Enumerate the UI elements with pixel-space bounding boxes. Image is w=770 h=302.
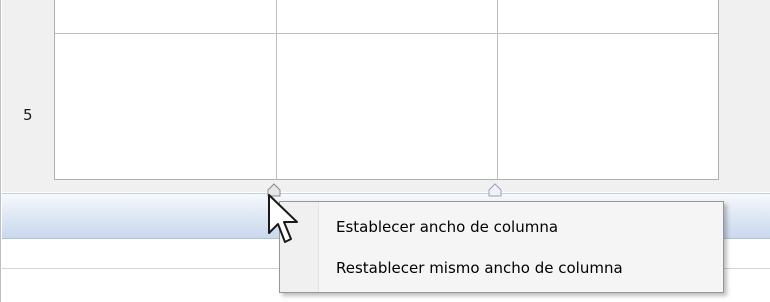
context-menu: Establecer ancho de columna Restablecer … [279, 201, 724, 293]
table-cell[interactable] [55, 34, 276, 179]
table-cell[interactable] [277, 34, 497, 179]
menu-item-label: Restablecer mismo ancho de columna [336, 259, 623, 277]
column-marker-icon[interactable] [488, 183, 502, 197]
mouse-pointer-icon [268, 194, 298, 243]
menu-item-set-column-width[interactable]: Establecer ancho de columna [282, 210, 721, 246]
table-grid [54, 0, 719, 180]
table-cell[interactable] [498, 34, 718, 179]
menu-item-label: Establecer ancho de columna [336, 218, 559, 236]
row-number: 5 [23, 106, 33, 124]
document-canvas: 5 Establecer ancho de columna Restablece… [0, 0, 770, 302]
menu-item-reset-column-width[interactable]: Restablecer mismo ancho de columna [282, 251, 721, 287]
